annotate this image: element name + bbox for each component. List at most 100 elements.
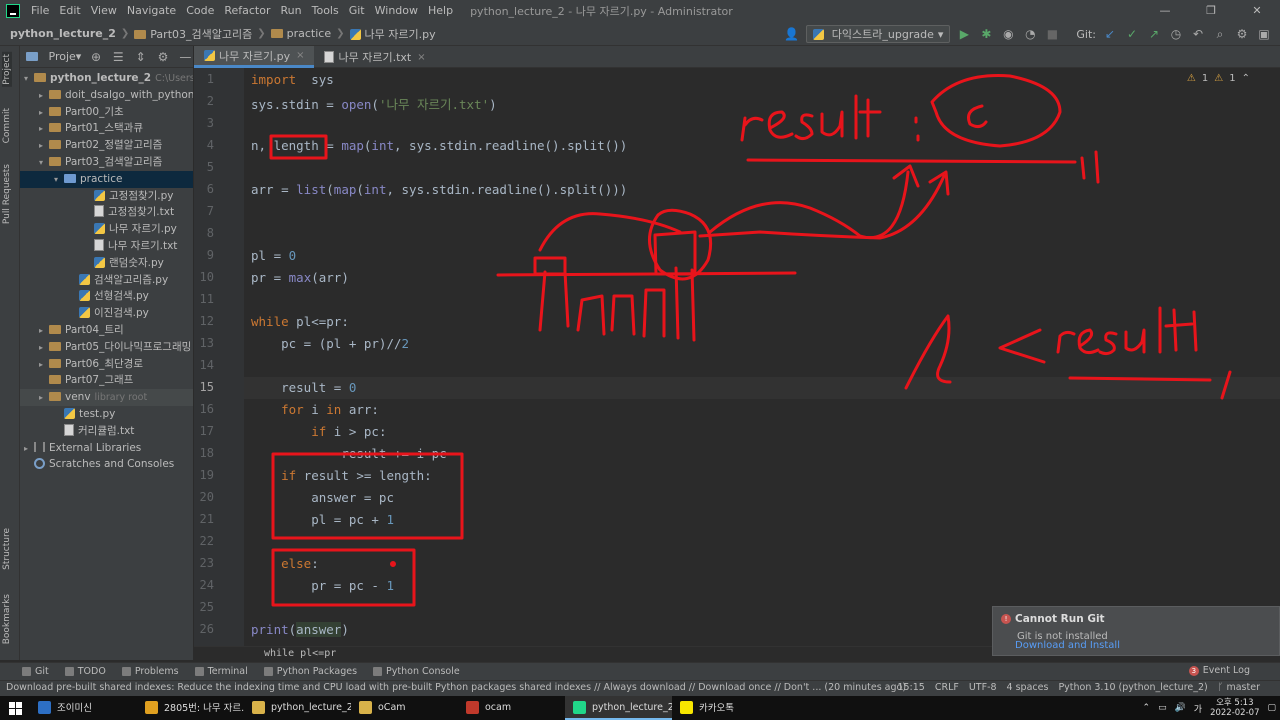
chevron-right-icon[interactable]: ▸	[39, 121, 49, 138]
git-push-icon[interactable]: ↗	[1146, 26, 1162, 42]
code-line[interactable]: pr = pc - 1	[251, 578, 394, 593]
code-line[interactable]: pl = pc + 1	[251, 512, 394, 527]
code-line[interactable]: else:	[251, 556, 319, 571]
tree-item[interactable]: ▾ practice	[20, 170, 193, 189]
commit-tool-button[interactable]: Commit	[2, 108, 12, 143]
coverage-icon[interactable]: ◉	[1000, 26, 1016, 42]
code-line[interactable]: if i > pc:	[251, 424, 386, 439]
chevron-up-icon[interactable]: ⌃	[1143, 703, 1151, 713]
search-icon[interactable]: ⌕	[1212, 26, 1228, 42]
breadcrumb-project[interactable]: python_lecture_2	[10, 27, 116, 40]
ime-icon[interactable]: 가	[1194, 702, 1202, 715]
bookmarks-tool-button[interactable]: Bookmarks	[2, 594, 12, 644]
tree-item[interactable]: ▸ Part04_트리	[20, 322, 193, 339]
git-update-icon[interactable]: ↙	[1102, 26, 1118, 42]
project-tool-button[interactable]: Project	[2, 52, 12, 87]
ide-logo-icon[interactable]: ▣	[1256, 26, 1272, 42]
minimize-icon[interactable]: —	[1142, 0, 1188, 22]
code-line[interactable]: arr = list(map(int, sys.stdin.readline()…	[251, 182, 627, 197]
locate-icon[interactable]: ⊕	[88, 49, 103, 65]
tree-item[interactable]: ▸ Part02_정렬알고리즘	[20, 137, 193, 154]
tree-item[interactable]: ▸ venv library root	[20, 389, 193, 406]
tree-item[interactable]: 랜덤숫자.py	[20, 255, 193, 272]
close-icon[interactable]: ✕	[1234, 0, 1280, 22]
event-log-button[interactable]: 3 Event Log	[1188, 665, 1250, 676]
chevron-right-icon[interactable]: ▸	[39, 357, 49, 374]
tree-item[interactable]: ▾ python_lecture_2C:\Users\A	[20, 70, 193, 87]
caret-position[interactable]: 15:15	[897, 682, 924, 693]
run-configuration-select[interactable]: 다익스트라_upgrade ▾	[805, 25, 951, 43]
volume-icon[interactable]: 🔊	[1175, 703, 1186, 713]
close-icon[interactable]: ×	[296, 50, 304, 61]
menu-file[interactable]: File	[26, 0, 54, 22]
git-branch[interactable]: ᚴ master	[1218, 682, 1260, 693]
menu-run[interactable]: Run	[276, 0, 307, 22]
code-line[interactable]: result = 0	[251, 380, 356, 395]
taskbar-app[interactable]: ocam	[458, 696, 565, 720]
tree-item[interactable]: ▸ Part06_최단경로	[20, 356, 193, 373]
code-line[interactable]: sys.stdin = open('나무 자르기.txt')	[251, 94, 497, 113]
code-line[interactable]: pr = max(arr)	[251, 270, 349, 285]
tool-window-python-packages[interactable]: Python Packages	[263, 666, 357, 677]
code-editor[interactable]: 1 2 3 4 5 6 7 8 9 10 11 12 13 14 15 16 17 18 19 20 21 22 23 24 2…	[194, 68, 1280, 646]
tree-item[interactable]: test.py	[20, 406, 193, 423]
menu-edit[interactable]: Edit	[54, 0, 85, 22]
stop-icon[interactable]: ■	[1044, 26, 1060, 42]
tree-item[interactable]: 검색알고리즘.py	[20, 272, 193, 289]
file-encoding[interactable]: UTF-8	[969, 682, 997, 693]
tree-item[interactable]: ▸ Part05_다이나믹프로그래밍	[20, 339, 193, 356]
menu-refactor[interactable]: Refactor	[219, 0, 275, 22]
code-line[interactable]: answer = pc	[251, 490, 394, 505]
menu-view[interactable]: View	[86, 0, 122, 22]
tool-window-problems[interactable]: Problems	[121, 666, 179, 677]
editor-tab[interactable]: 나무 자르기.txt ×	[314, 46, 435, 68]
chevron-up-icon[interactable]: ⌃	[1242, 73, 1250, 84]
network-icon[interactable]: ▭	[1158, 703, 1167, 713]
taskbar-app[interactable]: 카카오톡	[672, 696, 779, 720]
gear-icon[interactable]: ⚙	[1234, 26, 1250, 42]
taskbar-app[interactable]: 조이미신	[30, 696, 137, 720]
chevron-right-icon[interactable]: ▸	[39, 105, 49, 122]
code-breadcrumb-label[interactable]: while pl<=pr	[264, 648, 336, 659]
pull-requests-tool-button[interactable]: Pull Requests	[2, 164, 12, 224]
code-line[interactable]: pl = 0	[251, 248, 296, 263]
close-icon[interactable]: ×	[417, 52, 425, 63]
indent-setting[interactable]: 4 spaces	[1007, 682, 1049, 693]
expand-icon[interactable]: ⇕	[133, 49, 148, 65]
tool-window-python-console[interactable]: Python Console	[373, 666, 460, 677]
tree-item[interactable]: 나무 자르기.txt	[20, 238, 193, 255]
chevron-right-icon[interactable]: ▸	[39, 390, 49, 407]
line-separator[interactable]: CRLF	[935, 682, 959, 693]
tool-window-terminal[interactable]: Terminal	[194, 666, 248, 677]
chevron-down-icon[interactable]: ▾	[24, 71, 34, 88]
chevron-right-icon[interactable]: ▸	[39, 323, 49, 340]
tree-item[interactable]: 고정점찾기.py	[20, 188, 193, 205]
chevron-down-icon[interactable]: ▾	[54, 172, 64, 189]
code-line[interactable]: result += i-pc	[251, 446, 446, 461]
taskbar-app[interactable]: oCam	[351, 696, 458, 720]
tool-window-git[interactable]: Git	[22, 666, 49, 677]
tree-item[interactable]: ▸ External Libraries	[20, 440, 193, 457]
code-line[interactable]: import sys	[251, 72, 334, 87]
code-line[interactable]: n, length = map(int, sys.stdin.readline(…	[251, 138, 627, 153]
code-line[interactable]: while pl<=pr:	[251, 314, 349, 329]
taskbar-app[interactable]: 2805번: 나무 자르...	[137, 696, 244, 720]
restore-icon[interactable]: ❐	[1188, 0, 1234, 22]
inspection-widget[interactable]: ⚠ 1 ⚠ 1 ⌃	[1187, 73, 1250, 84]
taskbar-app[interactable]: python_lecture_2 –...	[565, 696, 672, 720]
profile-icon[interactable]: ◔	[1022, 26, 1038, 42]
code-line[interactable]: print(answer)	[251, 622, 349, 637]
debug-icon[interactable]: ✱	[978, 26, 994, 42]
structure-tool-button[interactable]: Structure	[2, 528, 12, 570]
project-view-select[interactable]: Proje▾	[49, 50, 82, 63]
editor-tab[interactable]: 나무 자르기.py ×	[194, 46, 315, 68]
python-interpreter[interactable]: Python 3.10 (python_lecture_2)	[1058, 682, 1207, 693]
tree-item[interactable]: ▸ Part01_스택과큐	[20, 120, 193, 137]
menu-help[interactable]: Help	[423, 0, 458, 22]
git-commit-icon[interactable]: ✓	[1124, 26, 1140, 42]
tree-item[interactable]: 고정점찾기.txt	[20, 204, 193, 221]
tree-item[interactable]: Scratches and Consoles	[20, 456, 193, 473]
chevron-right-icon[interactable]: ▸	[39, 340, 49, 357]
tool-window-todo[interactable]: TODO	[64, 666, 106, 677]
tree-item[interactable]: 선형검색.py	[20, 288, 193, 305]
